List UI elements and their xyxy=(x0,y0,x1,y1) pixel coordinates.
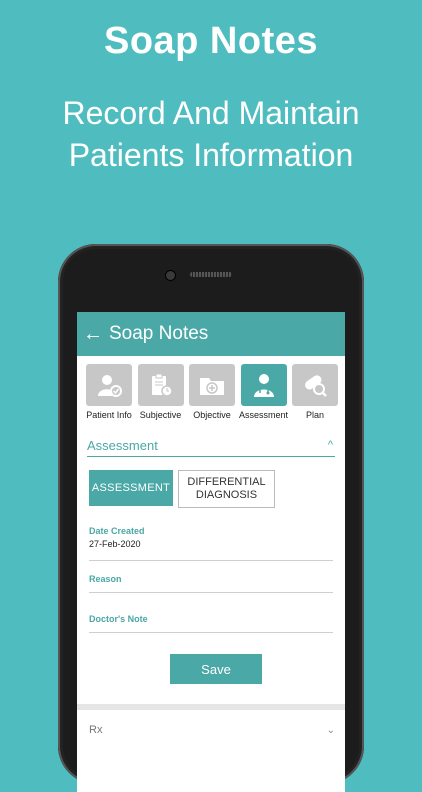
doctors-note-label: Doctor's Note xyxy=(89,614,148,624)
rx-label: Rx xyxy=(89,724,103,736)
phone-frame: ← Soap Notes Patient Info Subjective Obj… xyxy=(58,244,364,792)
date-created-field[interactable]: Date Created 27-Feb-2020 xyxy=(89,526,333,561)
tab-label: Patient Info xyxy=(86,410,132,420)
clipboard-clock-icon xyxy=(137,364,184,406)
app-bar-title: Soap Notes xyxy=(109,323,209,344)
reason-field[interactable]: Reason xyxy=(89,574,333,593)
tab-objective[interactable]: Objective xyxy=(188,364,236,420)
tab-subjective[interactable]: Subjective xyxy=(137,364,185,420)
save-button[interactable]: Save xyxy=(170,654,262,684)
speaker-grille xyxy=(190,272,232,277)
promo-subtitle-line1: Record And Maintain xyxy=(62,95,360,131)
promo-title: Soap Notes xyxy=(103,20,319,62)
patient-icon xyxy=(86,364,132,406)
promo-subtitle: Record And Maintain Patients Information xyxy=(0,92,422,176)
doctor-icon xyxy=(240,364,287,406)
promo-subtitle-line2: Patients Information xyxy=(68,137,354,173)
differential-label-line2: DIAGNOSIS xyxy=(195,489,258,501)
tab-label: Plan xyxy=(305,410,324,420)
pill-search-icon xyxy=(292,364,338,406)
assessment-toggle-button[interactable]: ASSESSMENT xyxy=(89,470,173,506)
app-bar: ← Soap Notes xyxy=(77,312,345,356)
tab-label: Objective xyxy=(193,410,231,420)
soap-tabs: Patient Info Subjective Objective Assess… xyxy=(85,364,339,420)
date-created-label: Date Created xyxy=(89,526,145,536)
tab-label: Assessment xyxy=(238,410,289,420)
assessment-section-header[interactable]: Assessment ^ xyxy=(87,434,335,457)
app-screen: ← Soap Notes Patient Info Subjective Obj… xyxy=(77,312,345,792)
back-arrow-icon[interactable]: ← xyxy=(83,323,103,346)
folder-plus-icon xyxy=(189,364,235,406)
chevron-up-icon: ^ xyxy=(327,439,333,451)
tab-assessment[interactable]: Assessment xyxy=(238,364,289,420)
tab-patient-info[interactable]: Patient Info xyxy=(85,364,133,420)
rx-section-header[interactable]: Rx ⌄ xyxy=(77,710,345,750)
reason-label: Reason xyxy=(89,574,122,584)
tab-plan[interactable]: Plan xyxy=(291,364,339,420)
section-title: Assessment xyxy=(87,437,158,453)
differential-diagnosis-button[interactable]: DIFFERENTIAL DIAGNOSIS xyxy=(178,470,275,508)
tab-label: Subjective xyxy=(139,410,182,420)
date-created-value: 27-Feb-2020 xyxy=(89,539,141,549)
chevron-down-icon: ⌄ xyxy=(326,724,335,736)
doctors-note-field[interactable]: Doctor's Note xyxy=(89,614,333,633)
camera-icon xyxy=(165,270,176,281)
differential-label-line1: DIFFERENTIAL xyxy=(187,476,266,488)
